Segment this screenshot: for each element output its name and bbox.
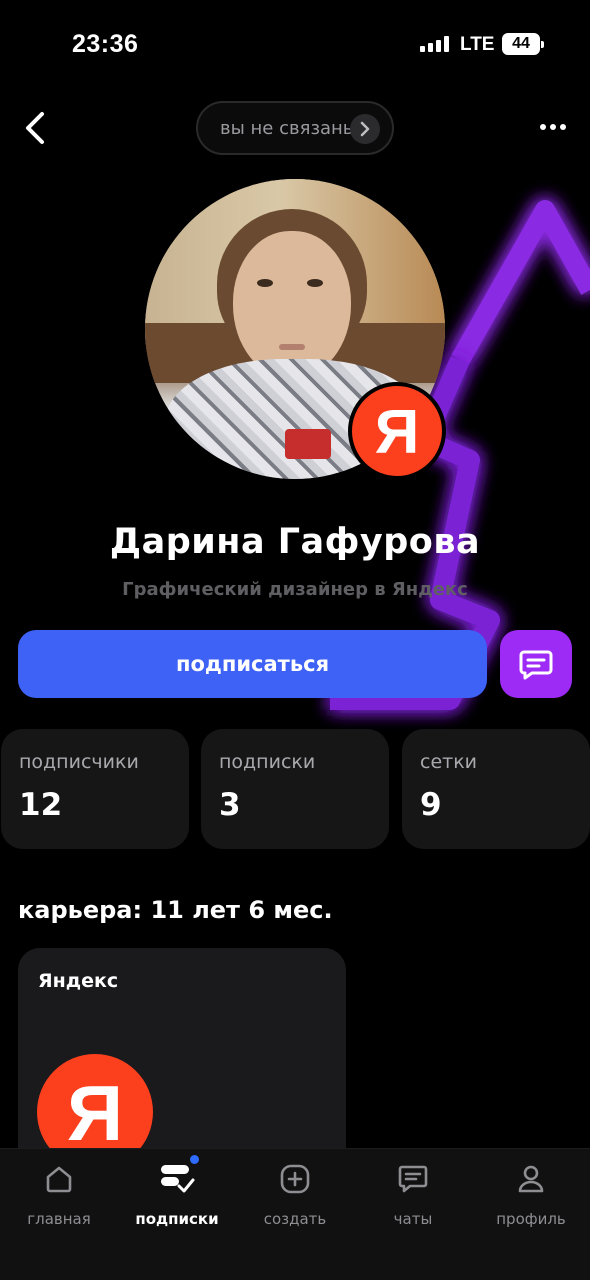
tab-profile[interactable]: профиль	[472, 1161, 590, 1228]
tab-label: подписки	[135, 1210, 219, 1228]
connection-status-button[interactable]: вы не связаны	[196, 101, 394, 155]
tab-label: главная	[27, 1210, 91, 1228]
home-icon	[41, 1161, 77, 1197]
tab-chats[interactable]: чаты	[354, 1161, 472, 1228]
tab-label: профиль	[496, 1210, 566, 1228]
battery-icon: 44	[502, 33, 544, 55]
chat-icon	[395, 1161, 431, 1197]
profile-subtitle: Графический дизайнер в Яндекс	[122, 579, 468, 600]
signal-icon	[420, 36, 449, 52]
stat-followers[interactable]: подписчики 12	[1, 729, 189, 849]
chevron-right-icon	[350, 114, 380, 144]
tab-create[interactable]: создать	[236, 1161, 354, 1228]
stat-label: сетки	[420, 751, 478, 773]
message-icon	[519, 650, 553, 680]
stat-label: подписки	[219, 751, 316, 773]
tab-label: чаты	[393, 1210, 433, 1228]
profile-name: Дарина Гафурова	[109, 522, 481, 562]
notification-dot	[190, 1155, 199, 1164]
user-icon	[513, 1161, 549, 1197]
logo-letter: Я	[67, 1072, 123, 1152]
more-options-icon[interactable]	[540, 120, 568, 134]
tab-bar: главная подписки создать чаты профиль	[0, 1148, 590, 1280]
career-company: Яндекс	[38, 970, 119, 992]
stat-value: 12	[19, 787, 63, 823]
yandex-badge-icon: Я	[348, 382, 446, 480]
badge-letter: Я	[375, 399, 420, 463]
tab-label: создать	[263, 1210, 327, 1228]
connection-status-label: вы не связаны	[220, 117, 358, 139]
network-type: LTE	[460, 34, 495, 55]
back-icon[interactable]	[24, 110, 48, 146]
tab-subscriptions[interactable]: подписки	[118, 1155, 236, 1228]
tab-home[interactable]: главная	[0, 1161, 118, 1228]
subscribe-button[interactable]: подписаться	[18, 630, 487, 698]
stat-value: 3	[219, 787, 241, 823]
message-button[interactable]	[500, 630, 572, 698]
subscriptions-icon	[159, 1155, 199, 1197]
career-title: карьера: 11 лет 6 мес.	[18, 896, 333, 924]
status-time: 23:36	[72, 30, 139, 58]
battery-level: 44	[512, 35, 530, 52]
plus-square-icon	[277, 1161, 313, 1197]
stat-value: 9	[420, 787, 442, 823]
stat-grids[interactable]: сетки 9	[402, 729, 590, 849]
stat-following[interactable]: подписки 3	[201, 729, 389, 849]
stat-label: подписчики	[19, 751, 139, 773]
